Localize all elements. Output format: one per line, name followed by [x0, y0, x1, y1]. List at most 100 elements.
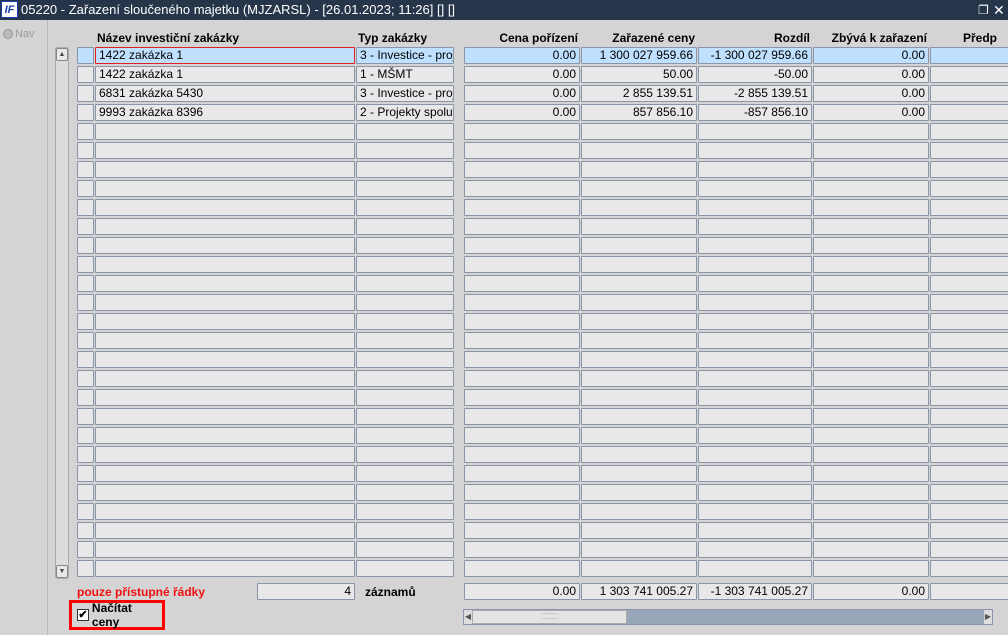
cell-assigned[interactable]	[581, 370, 697, 387]
cell-assigned[interactable]	[581, 408, 697, 425]
cell-name[interactable]	[95, 123, 355, 140]
cell-predp[interactable]	[930, 123, 1008, 140]
cell-predp[interactable]	[930, 313, 1008, 330]
cell-name[interactable]	[95, 446, 355, 463]
cell-name[interactable]: 9993 zakázka 8396	[95, 104, 355, 121]
cell-remaining[interactable]	[813, 541, 929, 558]
cell-predp[interactable]	[930, 218, 1008, 235]
cell-predp[interactable]	[930, 161, 1008, 178]
row-selector[interactable]	[77, 66, 94, 83]
cell-remaining[interactable]	[813, 503, 929, 520]
cell-remaining[interactable]	[813, 256, 929, 273]
cell-diff[interactable]	[698, 123, 812, 140]
cell-assigned[interactable]: 1 300 027 959.66	[581, 47, 697, 64]
cell-remaining[interactable]	[813, 446, 929, 463]
row-selector[interactable]	[77, 465, 94, 482]
cell-remaining[interactable]	[813, 389, 929, 406]
cell-type[interactable]	[356, 294, 454, 311]
row-selector[interactable]	[77, 408, 94, 425]
scroll-up-icon[interactable]: ▲	[56, 48, 68, 61]
cell-cost[interactable]	[464, 256, 580, 273]
cell-diff[interactable]	[698, 465, 812, 482]
cell-assigned[interactable]	[581, 294, 697, 311]
cell-remaining[interactable]	[813, 408, 929, 425]
cell-assigned[interactable]	[581, 332, 697, 349]
cell-cost[interactable]	[464, 427, 580, 444]
cell-cost[interactable]: 0.00	[464, 104, 580, 121]
cell-cost[interactable]	[464, 142, 580, 159]
cell-remaining[interactable]	[813, 123, 929, 140]
cell-remaining[interactable]	[813, 465, 929, 482]
cell-diff[interactable]	[698, 522, 812, 539]
cell-diff[interactable]	[698, 389, 812, 406]
cell-assigned[interactable]	[581, 560, 697, 577]
row-selector[interactable]	[77, 47, 94, 64]
cell-type[interactable]	[356, 408, 454, 425]
row-selector[interactable]	[77, 484, 94, 501]
cell-cost[interactable]	[464, 237, 580, 254]
cell-diff[interactable]	[698, 503, 812, 520]
cell-predp[interactable]	[930, 256, 1008, 273]
cell-name[interactable]	[95, 351, 355, 368]
cell-diff[interactable]	[698, 370, 812, 387]
cell-name[interactable]	[95, 332, 355, 349]
cell-predp[interactable]	[930, 294, 1008, 311]
row-selector[interactable]	[77, 503, 94, 520]
cell-remaining[interactable]	[813, 427, 929, 444]
cell-type[interactable]: 2 - Projekty spolufe	[356, 104, 454, 121]
cell-name[interactable]	[95, 484, 355, 501]
row-selector[interactable]	[77, 85, 94, 102]
cell-remaining[interactable]	[813, 142, 929, 159]
scroll-thumb[interactable]: ⁚⁚⁚⁚⁚⁚⁚	[472, 610, 627, 624]
cell-diff[interactable]	[698, 351, 812, 368]
cell-assigned[interactable]	[581, 275, 697, 292]
cell-diff[interactable]	[698, 427, 812, 444]
cell-predp[interactable]	[930, 427, 1008, 444]
cell-predp[interactable]	[930, 484, 1008, 501]
scroll-down-icon[interactable]: ▼	[56, 565, 68, 578]
cell-remaining[interactable]: 0.00	[813, 85, 929, 102]
cell-diff[interactable]	[698, 294, 812, 311]
cell-predp[interactable]	[930, 104, 1008, 121]
cell-assigned[interactable]	[581, 541, 697, 558]
cell-predp[interactable]	[930, 522, 1008, 539]
cell-predp[interactable]	[930, 85, 1008, 102]
cell-cost[interactable]	[464, 484, 580, 501]
close-icon[interactable]: ✕	[993, 0, 1005, 20]
cell-remaining[interactable]	[813, 560, 929, 577]
cell-cost[interactable]	[464, 294, 580, 311]
cell-diff[interactable]	[698, 446, 812, 463]
cell-remaining[interactable]	[813, 313, 929, 330]
cell-remaining[interactable]: 0.00	[813, 104, 929, 121]
cell-name[interactable]	[95, 237, 355, 254]
cell-cost[interactable]	[464, 503, 580, 520]
cell-predp[interactable]	[930, 465, 1008, 482]
load-prices-checkbox[interactable]: ✔ Načítat ceny	[69, 600, 165, 630]
cell-name[interactable]	[95, 427, 355, 444]
cell-predp[interactable]	[930, 332, 1008, 349]
cell-diff[interactable]: -857 856.10	[698, 104, 812, 121]
cell-name[interactable]	[95, 408, 355, 425]
cell-predp[interactable]	[930, 237, 1008, 254]
cell-assigned[interactable]	[581, 161, 697, 178]
cell-diff[interactable]	[698, 275, 812, 292]
cell-name[interactable]	[95, 389, 355, 406]
row-selector[interactable]	[77, 199, 94, 216]
cell-assigned[interactable]	[581, 180, 697, 197]
cell-type[interactable]: 3 - Investice - proje	[356, 85, 454, 102]
cell-cost[interactable]	[464, 180, 580, 197]
cell-predp[interactable]	[930, 180, 1008, 197]
cell-predp[interactable]	[930, 47, 1008, 64]
cell-remaining[interactable]	[813, 199, 929, 216]
cell-predp[interactable]	[930, 560, 1008, 577]
cell-type[interactable]	[356, 218, 454, 235]
cell-assigned[interactable]	[581, 256, 697, 273]
row-selector[interactable]	[77, 161, 94, 178]
cell-type[interactable]	[356, 142, 454, 159]
row-selector[interactable]	[77, 370, 94, 387]
cell-cost[interactable]	[464, 123, 580, 140]
cell-remaining[interactable]	[813, 294, 929, 311]
cell-type[interactable]	[356, 560, 454, 577]
cell-name[interactable]	[95, 199, 355, 216]
cell-assigned[interactable]	[581, 199, 697, 216]
